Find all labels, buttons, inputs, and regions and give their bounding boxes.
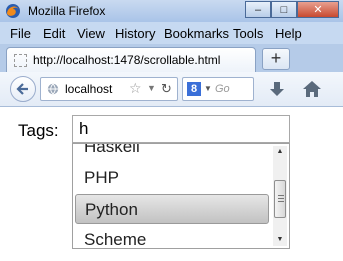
menu-view[interactable]: View: [77, 26, 105, 41]
autocomplete-option-haskell[interactable]: Haskell: [75, 144, 269, 162]
scroll-up-arrow-icon[interactable]: ▲: [273, 146, 287, 158]
search-engine-dropdown-icon[interactable]: ▼: [204, 84, 212, 93]
search-engine-icon[interactable]: 8: [187, 82, 201, 96]
menu-bar: File Edit View History Bookmarks Tools H…: [0, 22, 343, 44]
close-button[interactable]: ✕: [297, 1, 339, 18]
tags-label: Tags:: [18, 121, 59, 140]
autocomplete-dropdown[interactable]: Haskell PHP Python Scheme ▲ ▼: [72, 143, 290, 249]
globe-icon: [47, 83, 59, 95]
autocomplete-option-scheme[interactable]: Scheme: [75, 225, 269, 248]
download-icon[interactable]: [268, 80, 286, 98]
tab-title: http://localhost:1478/scrollable.html: [33, 53, 221, 67]
back-arrow-icon: [16, 83, 28, 95]
back-button[interactable]: [10, 76, 36, 102]
bookmark-star-icon[interactable]: ☆: [129, 80, 142, 97]
menu-history[interactable]: History: [115, 26, 155, 41]
title-bar: Mozilla Firefox – □ ✕: [0, 0, 343, 22]
autocomplete-option-php[interactable]: PHP: [75, 163, 269, 193]
scroll-down-arrow-icon[interactable]: ▼: [273, 234, 287, 246]
menu-help[interactable]: Help: [275, 26, 302, 41]
firefox-logo-icon: [6, 4, 20, 18]
search-bar[interactable]: 8 ▼ Go: [182, 77, 254, 101]
tab-strip: http://localhost:1478/scrollable.html +: [0, 44, 343, 72]
page-favicon-icon: [14, 54, 27, 67]
scrollbar-thumb[interactable]: [274, 180, 286, 218]
page-content: Tags: Haskell PHP Python Scheme ▲ ▼: [0, 107, 343, 261]
menu-edit[interactable]: Edit: [43, 26, 65, 41]
menu-bookmarks[interactable]: Bookmarks: [164, 26, 229, 41]
tags-input[interactable]: [72, 115, 290, 143]
menu-tools[interactable]: Tools: [233, 26, 263, 41]
navigation-bar: localhost ☆ ▼ ↻ 8 ▼ Go: [0, 72, 343, 107]
new-tab-button[interactable]: +: [262, 48, 290, 70]
search-placeholder: Go: [215, 83, 230, 95]
url-bar[interactable]: localhost ☆ ▼ ↻: [40, 77, 178, 101]
autocomplete-option-python[interactable]: Python: [75, 194, 269, 224]
url-history-dropdown-icon[interactable]: ▼: [147, 83, 156, 93]
reload-icon[interactable]: ↻: [161, 81, 172, 97]
home-icon[interactable]: [302, 79, 322, 99]
tab-scrollable[interactable]: http://localhost:1478/scrollable.html: [6, 47, 256, 72]
dropdown-scrollbar[interactable]: ▲ ▼: [273, 146, 287, 246]
minimize-button[interactable]: –: [245, 1, 271, 18]
menu-file[interactable]: File: [10, 26, 31, 41]
maximize-button[interactable]: □: [271, 1, 297, 18]
url-text: localhost: [65, 82, 113, 96]
window-title: Mozilla Firefox: [28, 4, 106, 18]
